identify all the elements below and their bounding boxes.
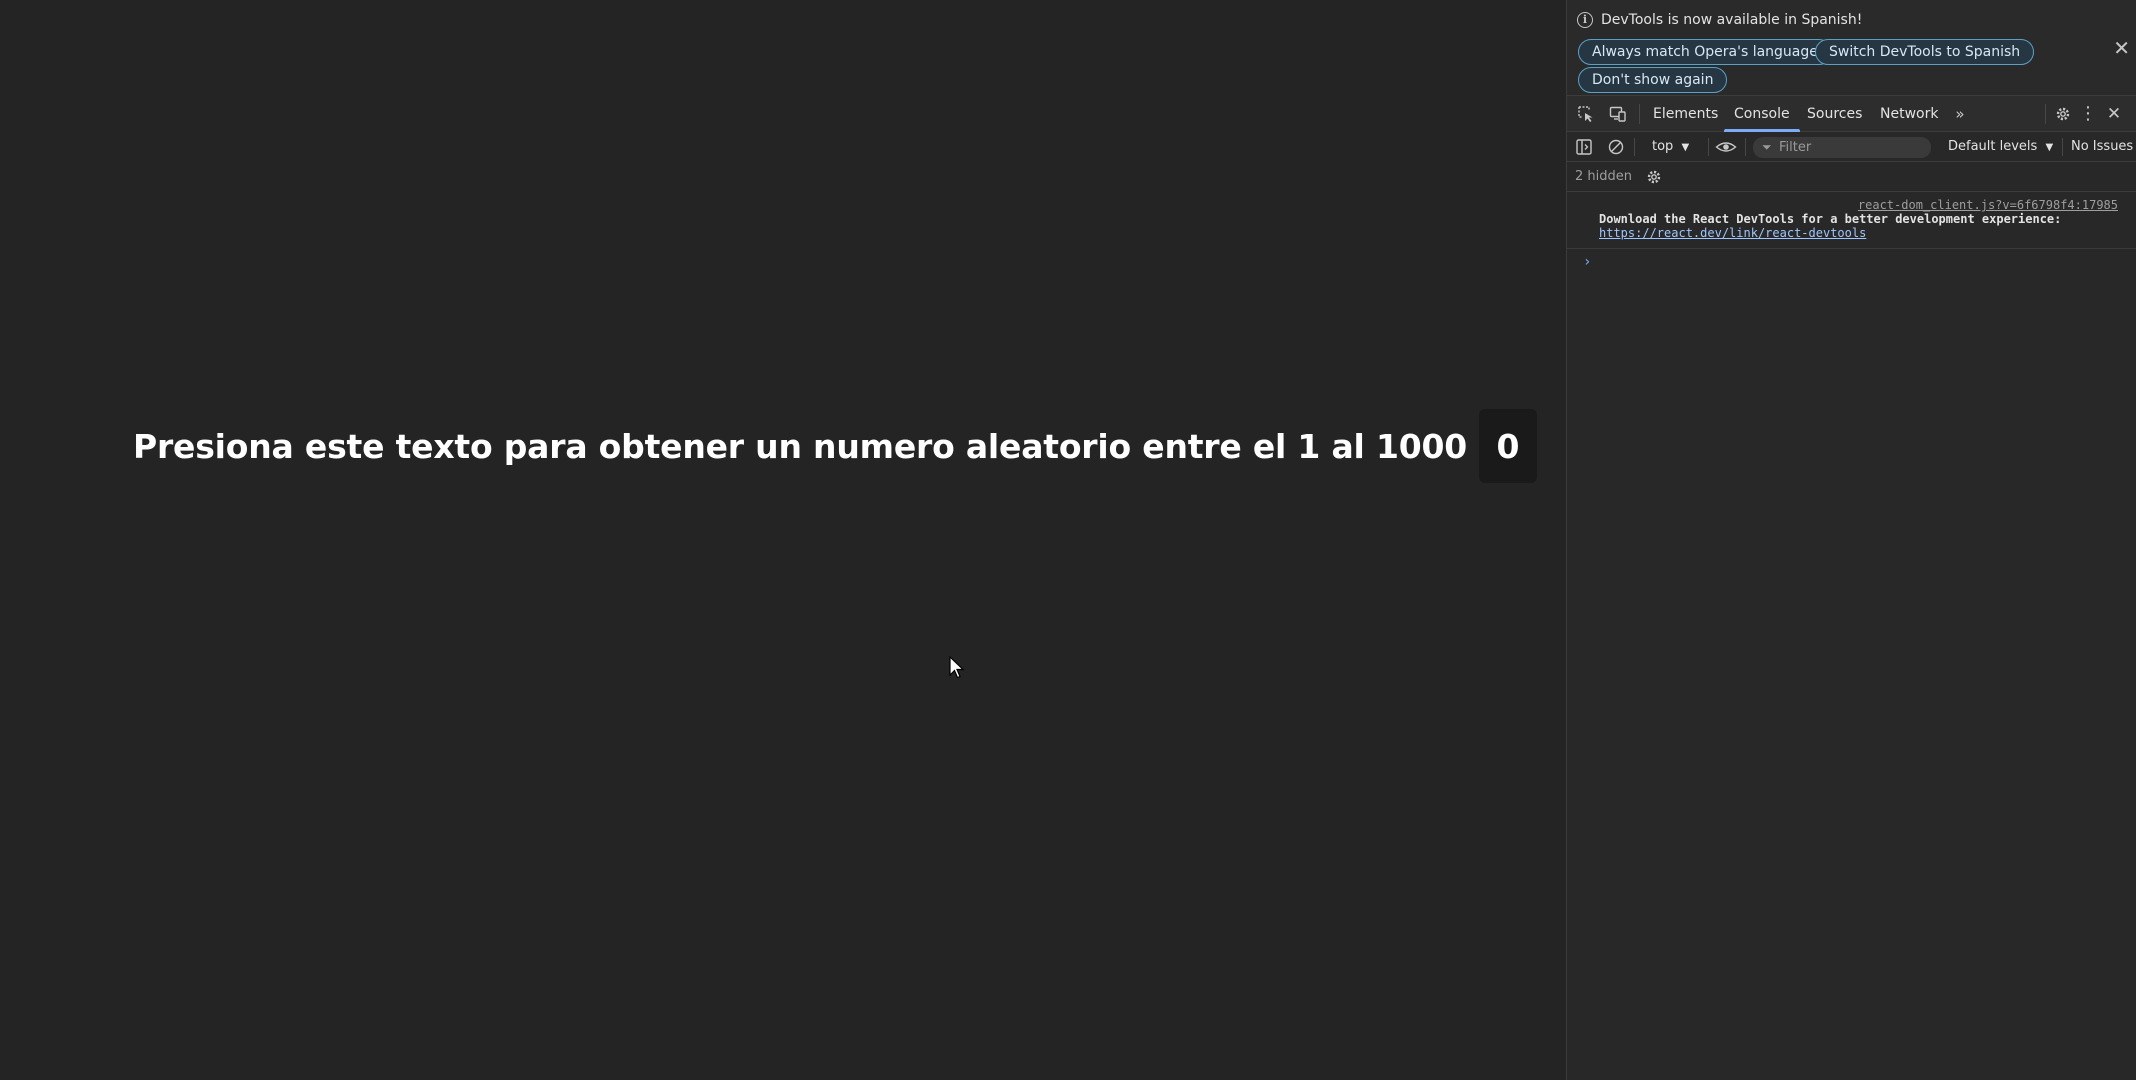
random-number-display: 0: [1479, 409, 1537, 483]
toolbar-divider: [2045, 104, 2046, 124]
devtools-tabbar: Elements Console Sources Network » ⋮ ✕: [1567, 96, 2136, 132]
tab-elements[interactable]: Elements: [1653, 96, 1718, 131]
react-devtools-link[interactable]: https://react.dev/link/react-devtools: [1599, 226, 2116, 240]
device-toolbar-icon[interactable]: [1609, 105, 1627, 123]
toolbar-divider: [1745, 138, 1746, 156]
console-filter-input[interactable]: ⏷ Filter: [1753, 137, 1931, 158]
settings-gear-icon[interactable]: [2054, 105, 2072, 123]
toolbar-divider: [1708, 138, 1709, 156]
filter-funnel-icon: ⏷: [1762, 140, 1772, 154]
console-settings-gear-icon[interactable]: [1645, 168, 1663, 186]
more-options-icon[interactable]: ⋮: [2079, 105, 2097, 123]
console-prompt-caret-icon[interactable]: ›: [1583, 254, 1591, 270]
infobar-message-row: i DevTools is now available in Spanish!: [1577, 12, 1862, 28]
info-icon: i: [1577, 12, 1593, 28]
filter-placeholder: Filter: [1779, 140, 1812, 155]
log-levels-value: Default levels: [1948, 139, 2038, 154]
hidden-messages-bar: 2 hidden: [1567, 162, 2136, 192]
message-source-link[interactable]: react-dom_client.js?v=6f6798f4:17985: [1599, 198, 2118, 212]
page-viewport: Presiona este texto para obtener un nume…: [0, 0, 1566, 1080]
toolbar-divider: [1639, 104, 1640, 124]
toolbar-divider: [1634, 138, 1635, 156]
infobar-close-icon[interactable]: ✕: [2113, 38, 2130, 58]
random-number-value: 0: [1496, 426, 1520, 466]
close-devtools-icon[interactable]: ✕: [2105, 105, 2123, 123]
dont-show-again-button[interactable]: Don't show again: [1578, 67, 1728, 93]
dropdown-caret-icon: ▼: [1681, 142, 1690, 153]
live-expression-eye-icon[interactable]: [1715, 138, 1737, 156]
switch-to-spanish-button[interactable]: Switch DevTools to Spanish: [1815, 39, 2035, 65]
dropdown-caret-icon: ▼: [2045, 142, 2054, 153]
inspect-element-icon[interactable]: [1577, 105, 1595, 123]
sidebar-toggle-icon[interactable]: [1575, 138, 1593, 156]
tab-sources[interactable]: Sources: [1807, 96, 1862, 131]
more-tabs-chevron-icon[interactable]: »: [1951, 105, 1969, 123]
context-selector-value: top: [1652, 139, 1674, 154]
random-number-trigger-text[interactable]: Presiona este texto para obtener un nume…: [133, 427, 1467, 466]
screen: Presiona este texto para obtener un nume…: [0, 0, 2136, 1080]
context-selector[interactable]: top ▼: [1652, 132, 1689, 162]
tab-console[interactable]: Console: [1724, 96, 1800, 132]
tab-network[interactable]: Network: [1880, 96, 1938, 131]
console-message: react-dom_client.js?v=6f6798f4:17985 Dow…: [1567, 192, 2136, 249]
devtools-panel: i DevTools is now available in Spanish! …: [1566, 0, 2136, 1080]
always-match-language-button[interactable]: Always match Opera's language: [1578, 39, 1832, 65]
language-infobar: i DevTools is now available in Spanish! …: [1567, 0, 2136, 96]
hidden-count: 2 hidden: [1575, 169, 1632, 184]
infobar-message: DevTools is now available in Spanish!: [1601, 12, 1863, 28]
random-number-row: Presiona este texto para obtener un nume…: [133, 409, 1537, 483]
clear-console-icon[interactable]: [1607, 138, 1625, 156]
issues-counter[interactable]: No Issues: [2071, 132, 2133, 162]
mouse-cursor-icon: [949, 656, 965, 679]
log-levels-dropdown[interactable]: Default levels ▼: [1948, 132, 2053, 162]
message-text: Download the React DevTools for a better…: [1599, 212, 2062, 226]
console-toolbar: top ▼ ⏷ Filter Default levels ▼ No Issue…: [1567, 132, 2136, 162]
toolbar-divider: [2062, 138, 2063, 156]
